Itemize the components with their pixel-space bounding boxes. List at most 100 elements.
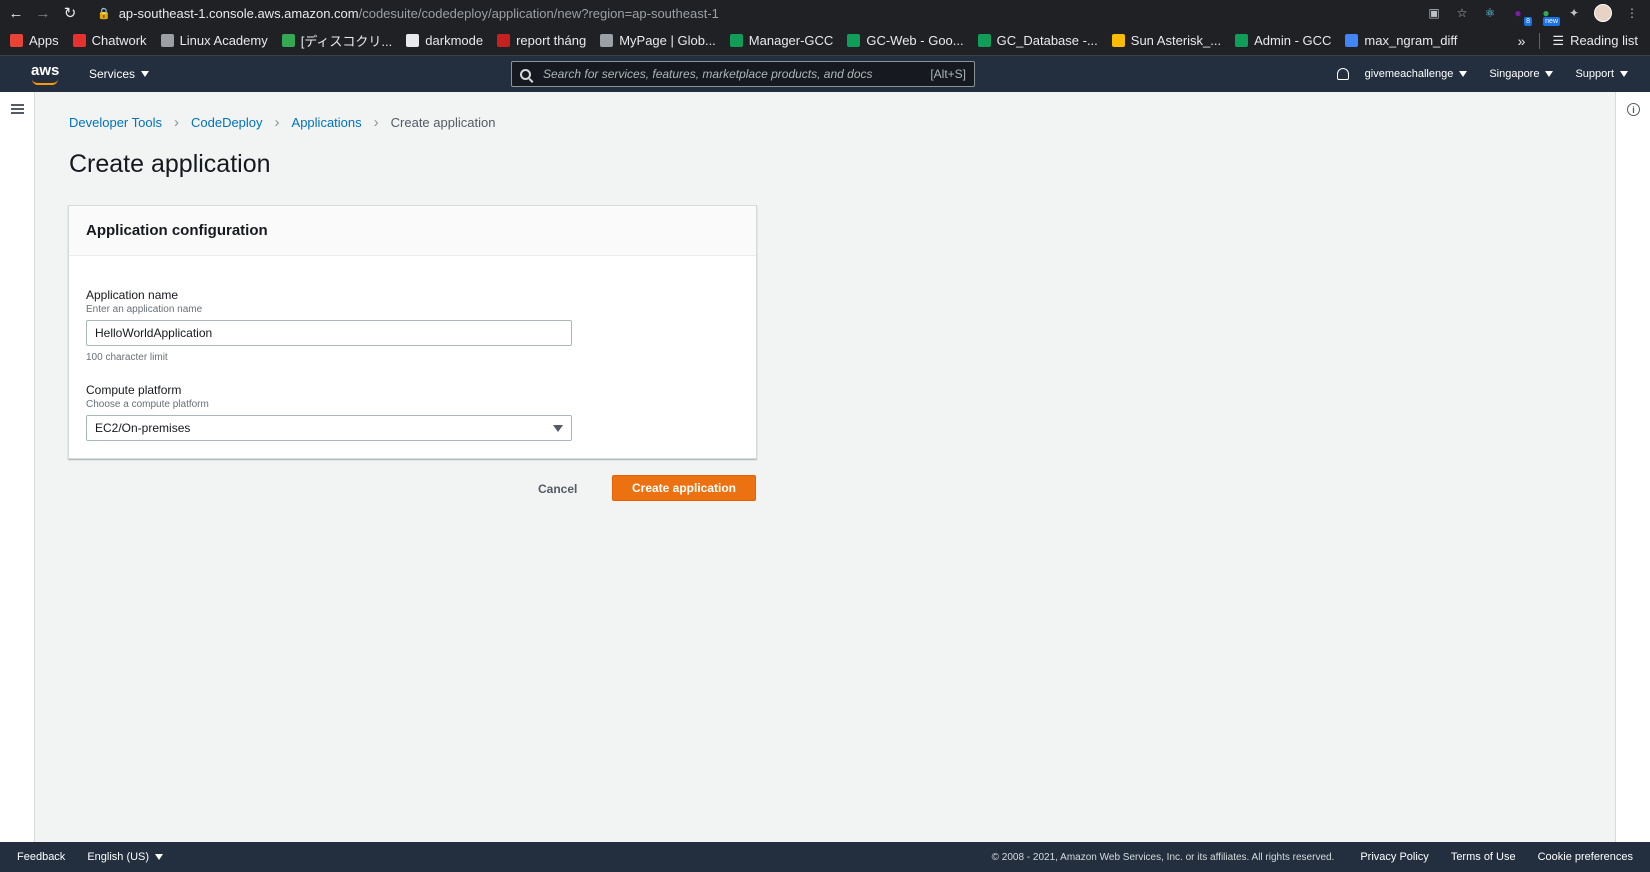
extension-new-icon[interactable]: ● new <box>1538 5 1560 26</box>
caret-down-icon <box>1545 71 1554 77</box>
application-name-constraint: 100 character limit <box>86 352 168 363</box>
bookmarks-bar: Apps Chatwork Linux Academy [ディスコクリ... darkm… <box>0 26 1650 56</box>
extension-new-badge: new <box>1543 17 1560 26</box>
back-icon[interactable]: ← <box>5 2 27 24</box>
bookmark-item[interactable]: MyPage | Glob... <box>600 33 716 48</box>
bookmark-item[interactable]: max_ngram_diff <box>1345 33 1457 48</box>
privacy-policy-link[interactable]: Privacy Policy <box>1360 851 1428 863</box>
chevron-right-icon: › <box>274 114 280 131</box>
right-help-rail: i <box>1615 92 1650 842</box>
bookmark-item[interactable]: Chatwork <box>72 33 147 48</box>
menu-icon[interactable]: ⋮ <box>1624 5 1640 21</box>
bookmark-icon <box>160 34 174 47</box>
bookmark-item[interactable]: [ディスコクリ... <box>281 31 393 50</box>
aws-logo[interactable]: aws <box>31 62 61 86</box>
divider <box>1539 32 1541 49</box>
search-bar[interactable]: [Alt+S] <box>511 61 975 87</box>
application-name-label: Application name <box>86 288 179 302</box>
reading-list-icon: ☰ <box>1552 32 1565 48</box>
reload-icon[interactable]: ↻ <box>59 2 81 24</box>
compute-platform-value: EC2/On-premises <box>95 421 191 435</box>
url-host: ap-southeast-1.console.aws.amazon.com <box>118 5 359 21</box>
extension-badge: 8 <box>1524 17 1532 26</box>
bookmark-item[interactable]: Apps <box>10 33 59 48</box>
bookmark-label: MyPage | Glob... <box>619 33 716 48</box>
cancel-button[interactable]: Cancel <box>538 482 577 496</box>
address-bar[interactable]: 🔒 ap-southeast-1.console.aws.amazon.com /… <box>91 1 1426 25</box>
copyright-text: © 2008 - 2021, Amazon Web Services, Inc.… <box>991 851 1335 863</box>
bookmark-label: Linux Academy <box>179 33 268 48</box>
support-menu[interactable]: Support <box>1575 68 1628 80</box>
star-icon[interactable]: ☆ <box>1454 5 1470 21</box>
bookmark-label: report tháng <box>516 33 587 48</box>
url-path: /codesuite/codedeploy/application/new?re… <box>358 5 719 21</box>
breadcrumb-current: Create application <box>390 115 496 130</box>
breadcrumb-developer-tools[interactable]: Developer Tools <box>69 115 162 130</box>
search-icon <box>520 68 531 80</box>
translate-icon[interactable]: ▣ <box>1426 5 1442 21</box>
caret-down-icon <box>553 424 563 432</box>
bookmark-icon <box>600 34 614 47</box>
forward-icon[interactable]: → <box>32 2 54 24</box>
reading-list-button[interactable]: ☰ Reading list <box>1539 32 1638 49</box>
services-menu[interactable]: Services <box>89 67 150 81</box>
bell-icon[interactable] <box>1336 68 1349 80</box>
bookmark-label: [ディスコクリ... <box>300 34 393 49</box>
hamburger-icon[interactable] <box>11 104 24 114</box>
breadcrumb-codedeploy[interactable]: CodeDeploy <box>191 115 263 130</box>
info-icon[interactable]: i <box>1627 103 1640 116</box>
bookmark-label: Admin - GCC <box>1254 33 1332 48</box>
region-menu[interactable]: Singapore <box>1489 68 1554 80</box>
bookmark-item[interactable]: report tháng <box>497 33 586 48</box>
language-selector[interactable]: English (US) <box>87 851 164 863</box>
bookmark-icon <box>10 34 23 47</box>
reading-list-label: Reading list <box>1570 33 1638 48</box>
bookmark-item[interactable]: Sun Asterisk_... <box>1111 33 1222 48</box>
search-shortcut: [Alt+S] <box>930 67 966 81</box>
feedback-link[interactable]: Feedback <box>17 851 65 863</box>
compute-platform-select[interactable]: EC2/On-premises <box>86 415 572 441</box>
bookmark-icon <box>1111 34 1125 47</box>
compute-platform-field: Compute platform Choose a compute platfo… <box>86 383 572 441</box>
bookmark-label: max_ngram_diff <box>1364 33 1458 48</box>
aws-top-nav: aws Services [Alt+S] givemeachallenge Si… <box>0 56 1650 92</box>
left-navigation-rail <box>0 92 35 842</box>
create-application-button[interactable]: Create application <box>612 475 756 501</box>
caret-down-icon <box>1620 71 1628 77</box>
react-devtools-icon[interactable]: ⚛ <box>1482 5 1498 21</box>
browser-toolbar: ← → ↻ 🔒 ap-southeast-1.console.aws.amazo… <box>0 0 1650 26</box>
bookmarks-overflow-icon[interactable]: » <box>1518 33 1526 49</box>
caret-down-icon <box>1459 71 1468 77</box>
bookmark-icon <box>497 34 511 47</box>
bookmark-label: GC-Web - Goo... <box>866 33 964 48</box>
bookmark-label: Apps <box>29 33 59 48</box>
breadcrumb: Developer Tools › CodeDeploy › Applicati… <box>69 114 495 131</box>
bookmark-icon <box>729 34 743 47</box>
bookmark-item[interactable]: Manager-GCC <box>729 33 833 48</box>
bookmark-item[interactable]: GC_Database -... <box>977 33 1098 48</box>
extension-badge-icon[interactable]: ● 8 <box>1510 5 1532 26</box>
bookmark-item[interactable]: Admin - GCC <box>1235 33 1331 48</box>
page-title: Create application <box>69 150 271 178</box>
bookmark-item[interactable]: Linux Academy <box>160 33 268 48</box>
breadcrumb-applications[interactable]: Applications <box>292 115 362 130</box>
bookmark-item[interactable]: darkmode <box>406 33 483 48</box>
bookmark-icon <box>72 34 86 47</box>
bookmark-label: Chatwork <box>91 33 147 48</box>
puzzle-icon[interactable]: ✦ <box>1566 5 1582 21</box>
console-footer: Feedback English (US) © 2008 - 2021, Ama… <box>0 842 1650 872</box>
account-menu[interactable]: givemeachallenge <box>1365 68 1468 80</box>
chevron-right-icon: › <box>373 114 379 131</box>
bookmark-icon <box>281 34 295 47</box>
bookmark-label: Sun Asterisk_... <box>1130 33 1222 48</box>
terms-of-use-link[interactable]: Terms of Use <box>1451 851 1516 863</box>
bookmark-label: darkmode <box>425 33 484 48</box>
bookmark-icon <box>1345 34 1359 47</box>
application-configuration-panel: Application configuration Application na… <box>68 205 757 459</box>
bookmark-item[interactable]: GC-Web - Goo... <box>847 33 964 48</box>
application-name-input[interactable]: HelloWorldApplication <box>86 320 572 346</box>
cookie-preferences-link[interactable]: Cookie preferences <box>1538 851 1633 863</box>
compute-platform-label: Compute platform <box>86 383 182 397</box>
search-input[interactable] <box>543 67 931 81</box>
avatar[interactable] <box>1594 4 1612 22</box>
